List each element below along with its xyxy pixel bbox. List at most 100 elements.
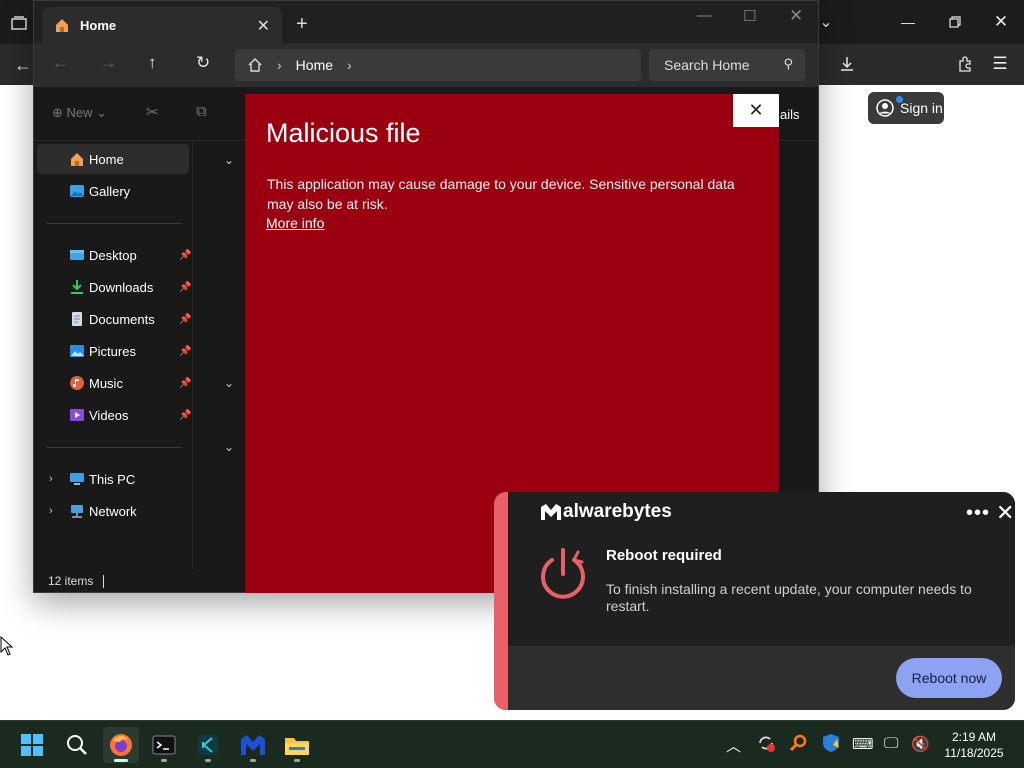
section-collapse-icon[interactable]: ⌄ — [224, 153, 234, 167]
toast-accent-bar — [494, 492, 508, 710]
file-explorer-icon — [285, 738, 309, 755]
taskbar-search-button[interactable] — [59, 727, 95, 763]
cut-icon[interactable]: ✂ — [146, 103, 159, 121]
documents-icon — [72, 312, 82, 326]
malwarebytes-m-icon — [541, 504, 561, 520]
clock-time: 2:19 AM — [951, 730, 997, 744]
sidebar-item-this-pc[interactable]: › This PC — [37, 464, 189, 494]
home-icon — [56, 19, 68, 32]
taskbar-firefox[interactable] — [103, 727, 139, 763]
forward-icon[interactable]: → — [100, 53, 117, 73]
sidebar-label: Videos — [89, 407, 129, 423]
extensions-icon[interactable] — [954, 53, 976, 75]
pin-icon: 📌 — [179, 377, 192, 389]
sidebar-item-home[interactable]: Home — [37, 144, 189, 174]
notification-dot — [896, 96, 903, 103]
volume-muted-icon[interactable]: 🔇 — [911, 735, 930, 753]
explorer-maximize-icon[interactable]: ☐ — [743, 7, 756, 25]
tab-overview-icon[interactable] — [8, 12, 30, 34]
malwarebytes-logo: alwarebytes — [540, 501, 672, 523]
reboot-now-button[interactable]: Reboot now — [896, 658, 1002, 698]
navigation-pane: Home Gallery Desktop 📌 Downloads 📌 Docum… — [34, 141, 192, 569]
new-tab-icon[interactable]: + — [296, 13, 308, 36]
section-collapse-icon[interactable]: ⌄ — [224, 376, 234, 390]
browser-restore-icon[interactable] — [945, 12, 965, 32]
display-icon[interactable]: 🖵 — [884, 735, 898, 752]
browser-close-icon[interactable]: ✕ — [991, 12, 1011, 32]
sidebar-label: This PC — [89, 471, 136, 487]
sidebar-label: Downloads — [89, 279, 154, 295]
address-bar[interactable]: › Home › — [235, 49, 641, 81]
firefox-icon — [110, 734, 132, 756]
tray-defender-icon[interactable] — [821, 733, 841, 757]
account-icon — [876, 99, 894, 117]
keyboard-icon[interactable]: ⌨ — [852, 735, 874, 753]
pin-icon: 📌 — [179, 345, 192, 357]
taskbar-code-app[interactable] — [190, 727, 226, 763]
browser-back-icon[interactable]: ← — [12, 54, 34, 76]
tray-overflow-chevron-icon[interactable]: ︿ — [726, 735, 741, 756]
expand-chevron-icon[interactable]: › — [49, 473, 53, 485]
pane-splitter[interactable] — [192, 141, 193, 569]
explorer-minimize-icon[interactable]: — — [697, 7, 712, 24]
sidebar-item-videos[interactable]: Videos 📌 — [37, 400, 191, 430]
toast-message: To finish installing a recent update, yo… — [606, 581, 972, 614]
start-button[interactable] — [14, 727, 50, 763]
breadcrumb-chevron-icon[interactable]: › — [347, 57, 352, 73]
sidebar-item-downloads[interactable]: Downloads 📌 — [37, 272, 192, 302]
browser-menu-icon[interactable]: ☰ — [989, 53, 1011, 75]
close-tab-icon[interactable]: ✕ — [257, 16, 270, 36]
downloads-icon — [71, 280, 83, 294]
browser-minimize-icon[interactable]: — — [898, 12, 918, 32]
system-clock[interactable]: 2:19 AM 11/18/2025 — [934, 729, 1014, 761]
pin-icon: 📌 — [179, 281, 192, 293]
copy-icon[interactable]: ⧉ — [196, 103, 207, 120]
expand-chevron-icon[interactable]: › — [49, 505, 53, 517]
sidebar-item-documents[interactable]: Documents 📌 — [37, 304, 191, 334]
close-icon[interactable]: ✕ — [733, 94, 779, 127]
explorer-navbar: ← → ↑ ↻ › Home › Search Home ⚲ — [34, 43, 818, 87]
pictures-icon — [70, 345, 84, 357]
more-options-icon[interactable]: ••• — [966, 502, 990, 525]
tray-search-app-icon[interactable] — [789, 733, 809, 757]
sidebar-label: Network — [89, 503, 137, 519]
up-icon[interactable]: ↑ — [148, 53, 157, 73]
refresh-icon[interactable]: ↻ — [196, 53, 210, 73]
browser-signin-button[interactable]: Sign in — [868, 92, 944, 124]
taskbar-malwarebytes[interactable] — [235, 727, 271, 763]
explorer-tab-home[interactable]: Home ✕ — [42, 7, 282, 43]
malwarebytes-notification: alwarebytes ••• ✕ Reboot required To fin… — [494, 492, 1015, 710]
running-indicator — [250, 759, 256, 762]
breadcrumb-home[interactable]: Home — [296, 57, 333, 73]
status-divider — [103, 574, 105, 588]
network-icon — [71, 505, 83, 518]
tab-list-chevron-icon[interactable]: ⌄ — [816, 12, 836, 32]
new-label: New — [66, 105, 93, 120]
sidebar-item-music[interactable]: Music 📌 — [37, 368, 192, 398]
explorer-close-icon[interactable]: ✕ — [789, 6, 803, 26]
sidebar-item-gallery[interactable]: Gallery — [37, 176, 189, 206]
taskbar-file-explorer[interactable] — [279, 727, 315, 763]
tray-sync-icon[interactable] — [756, 733, 776, 757]
explorer-tab-title: Home — [80, 17, 117, 33]
new-button[interactable]: ⊕ New ⌄ — [52, 105, 107, 121]
browser-downloads-icon[interactable] — [836, 53, 858, 75]
sidebar-item-pictures[interactable]: Pictures 📌 — [37, 336, 192, 366]
details-button-fragment[interactable]: ails — [780, 107, 800, 122]
taskbar-terminal[interactable] — [146, 727, 182, 763]
search-input[interactable]: Search Home ⚲ — [649, 49, 805, 81]
running-indicator — [294, 759, 300, 762]
running-indicator — [161, 759, 167, 762]
back-icon[interactable]: ← — [52, 53, 69, 73]
sidebar-label: Gallery — [89, 183, 131, 199]
close-icon[interactable]: ✕ — [996, 500, 1014, 526]
sidebar-item-network[interactable]: › Network — [37, 496, 189, 526]
gallery-icon — [70, 185, 84, 197]
signin-label: Sign in — [900, 100, 943, 116]
section-collapse-icon[interactable]: ⌄ — [224, 440, 234, 454]
dialog-title: Malicious file — [266, 118, 421, 148]
code-icon — [198, 735, 218, 755]
toast-title: Reboot required — [606, 547, 722, 564]
more-info-link[interactable]: More info — [266, 215, 324, 231]
sidebar-item-desktop[interactable]: Desktop 📌 — [37, 240, 191, 270]
